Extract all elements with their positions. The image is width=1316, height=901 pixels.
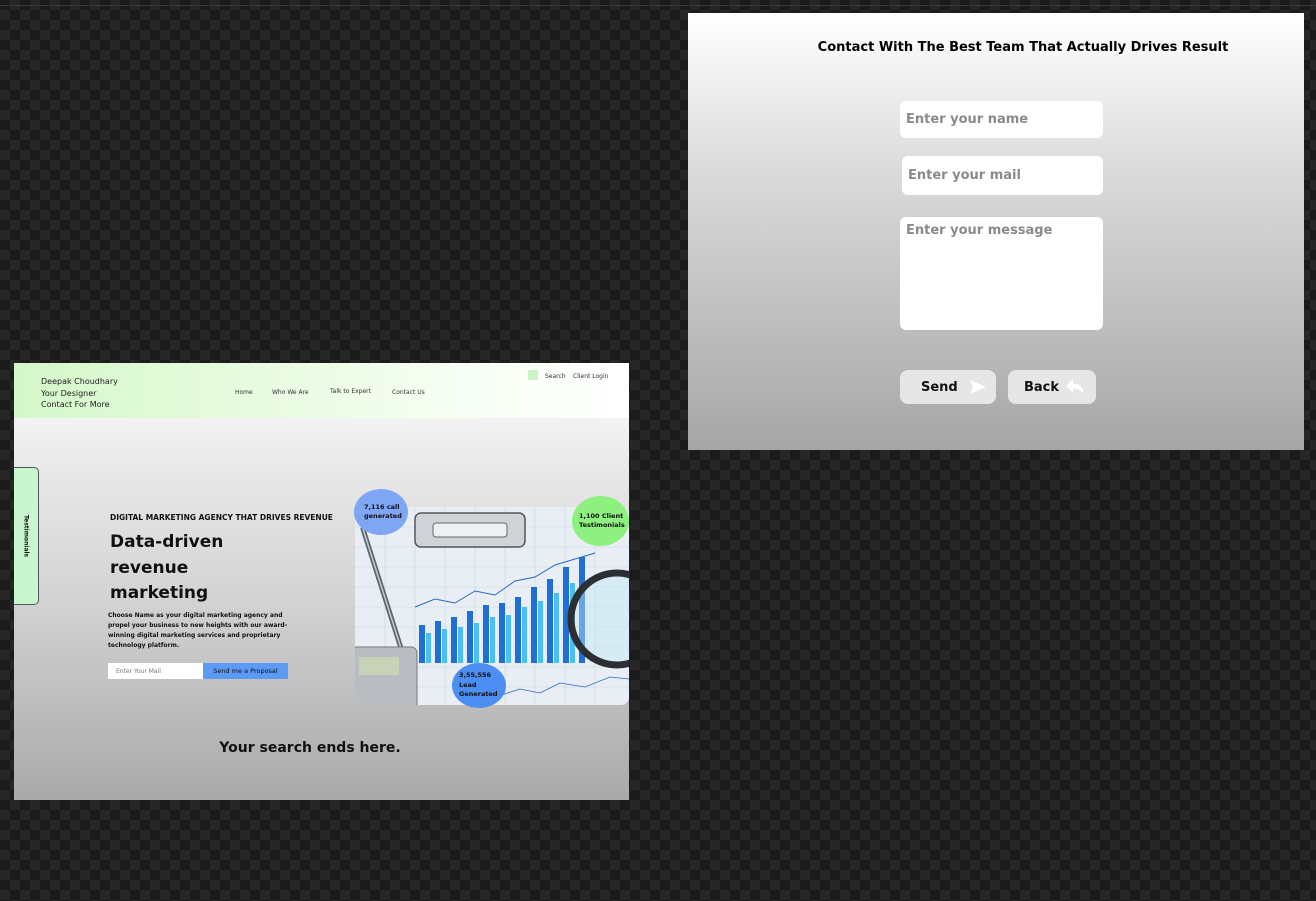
send-button-label: Send	[921, 379, 958, 395]
back-button[interactable]: Back	[1008, 370, 1096, 404]
leads-badge-line: Lead	[459, 680, 477, 689]
testimonials-side-tab[interactable]: Testimonials	[14, 467, 39, 605]
leads-badge-line: 3,55,556	[459, 671, 492, 680]
nav-who-we-are[interactable]: Who We Are	[272, 389, 309, 396]
search-checkbox[interactable]	[528, 370, 538, 380]
client-login-link[interactable]: Client Login	[573, 373, 608, 380]
calls-badge-line: generated	[364, 512, 402, 520]
leads-generated-badge: 3,55,556 Lead Generated	[452, 663, 506, 708]
calls-badge-line: 7,116 call	[364, 502, 400, 511]
reply-arrow-icon	[1066, 379, 1084, 394]
nav-contact-us[interactable]: Contact Us	[392, 389, 425, 396]
brand-subtitle: Your Designer	[41, 388, 97, 398]
leads-badge-line: Generated	[459, 690, 498, 699]
headline-line: revenue	[110, 557, 189, 578]
client-testimonials-badge: 1,100 Client Testimonials	[572, 496, 629, 546]
contact-title: Contact With The Best Team That Actually…	[817, 40, 1229, 55]
hero-mail-input[interactable]	[108, 663, 203, 679]
site-header: Deepak Choudhary Your Designer Contact F…	[14, 363, 629, 418]
headline-line: marketing	[110, 583, 209, 603]
hero-eyebrow: DIGITAL MARKETING AGENCY THAT DRIVES REV…	[110, 513, 333, 522]
message-input[interactable]	[900, 217, 1103, 330]
send-proposal-button[interactable]: Send me a Proposal	[203, 663, 288, 679]
brand-name: Deepak Choudhary	[41, 377, 118, 386]
hero-headline: Data-driven revenue marketing	[110, 530, 223, 607]
send-icon	[970, 380, 986, 394]
headline-line: Data-driven	[110, 532, 224, 552]
back-button-label: Back	[1024, 379, 1060, 395]
nav-home[interactable]: Home	[235, 389, 253, 396]
search-link[interactable]: Search	[545, 373, 566, 380]
testimonials-badge-line: Testimonials	[579, 521, 625, 529]
testimonials-tab-label: Testimonials	[22, 514, 30, 558]
brand-contact-link[interactable]: Contact For More	[41, 399, 118, 411]
testimonials-badge-line: 1,100 Client	[579, 511, 624, 520]
contact-frame: Contact With The Best Team That Actually…	[688, 13, 1304, 450]
name-input[interactable]	[900, 101, 1103, 138]
brand-block: Deepak Choudhary Your Designer Contact F…	[41, 376, 118, 411]
nav-talk-to-expert[interactable]: Talk to Expert	[330, 388, 371, 395]
mail-input[interactable]	[902, 156, 1103, 195]
canvas-top-divider	[0, 5, 1316, 6]
send-button[interactable]: Send	[900, 370, 996, 404]
calls-generated-badge: 7,116 call generated	[354, 489, 408, 535]
website-frame: Deepak Choudhary Your Designer Contact F…	[14, 363, 629, 800]
tagline: Your search ends here.	[219, 740, 401, 756]
hero-description: Choose Name as your digital marketing ag…	[108, 612, 288, 649]
